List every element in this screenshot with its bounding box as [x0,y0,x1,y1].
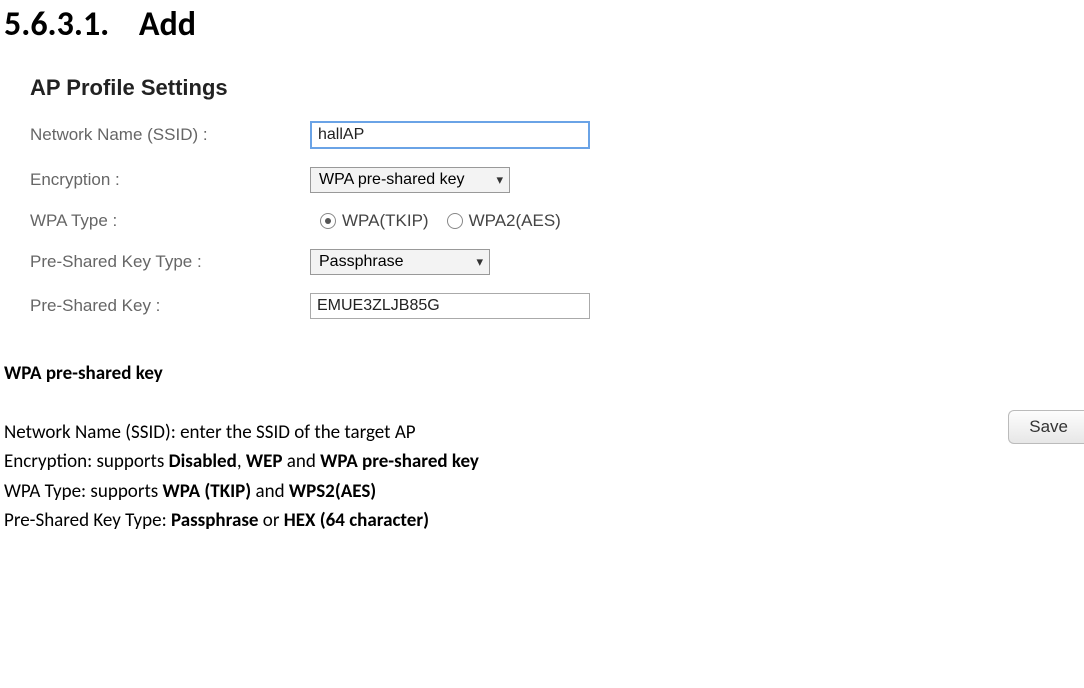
radio-wpa2-aes[interactable]: WPA2(AES) [447,211,561,231]
label-ssid: Network Name (SSID) : [30,125,310,145]
psk-type-select[interactable]: Passphrase [310,249,490,275]
explain-line-ssid: Network Name (SSID): enter the SSID of t… [4,418,1084,447]
t: , [237,450,246,473]
t: WPS2(AES) [289,480,376,503]
label-psk-type: Pre-Shared Key Type : [30,252,310,272]
explain-line-psk-type: Pre-Shared Key Type: Passphrase or HEX (… [4,506,1084,535]
ssid-input[interactable] [310,121,590,149]
t: WPA Type: supports [4,480,163,503]
radio-wpa2-aes-label: WPA2(AES) [469,211,561,231]
panel-title: AP Profile Settings [30,75,770,101]
encryption-select[interactable]: WPA pre-shared key [310,167,510,193]
section-heading: 5.6.3.1. Add [0,0,1084,45]
radio-icon [447,213,463,229]
radio-wpa-tkip[interactable]: WPA(TKIP) [320,211,429,231]
encryption-select-value: WPA pre-shared key [319,171,465,189]
t: Pre-Shared Key Type: [4,509,171,532]
row-ssid: Network Name (SSID) : [30,121,770,149]
row-psk-type: Pre-Shared Key Type : Passphrase [30,249,770,275]
explain-line-encryption: Encryption: supports Disabled, WEP and W… [4,447,1084,476]
t: Disabled [169,450,237,473]
ap-profile-settings-panel: AP Profile Settings Network Name (SSID) … [30,75,770,319]
t: WPA pre-shared key [320,450,479,473]
t: and [282,450,320,473]
row-wpa-type: WPA Type : WPA(TKIP) WPA2(AES) [30,211,770,231]
label-encryption: Encryption : [30,170,310,190]
t: WPA (TKIP) [163,480,252,503]
explanatory-text: WPA pre-shared key Network Name (SSID): … [4,359,1084,536]
t: WEP [246,450,283,473]
t: and [251,480,289,503]
wpa-type-radio-group: WPA(TKIP) WPA2(AES) [320,211,561,231]
explain-line-wpa-type: WPA Type: supports WPA (TKIP) and WPS2(A… [4,477,1084,506]
t: Passphrase [171,509,259,532]
radio-wpa-tkip-label: WPA(TKIP) [342,211,429,231]
row-psk: Pre-Shared Key : [30,293,770,319]
t: HEX (64 character) [284,509,429,532]
psk-type-select-value: Passphrase [319,253,404,271]
label-wpa-type: WPA Type : [30,211,310,231]
radio-icon [320,213,336,229]
section-number: 5.6.3.1. [4,4,109,45]
section-title: Add [139,4,196,45]
label-psk: Pre-Shared Key : [30,296,310,316]
psk-input[interactable] [310,293,590,319]
row-encryption: Encryption : WPA pre-shared key [30,167,770,193]
t: Encryption: supports [4,450,169,473]
t: or [259,509,284,532]
save-button[interactable]: Save [1008,410,1084,444]
explain-heading: WPA pre-shared key [4,359,1084,388]
